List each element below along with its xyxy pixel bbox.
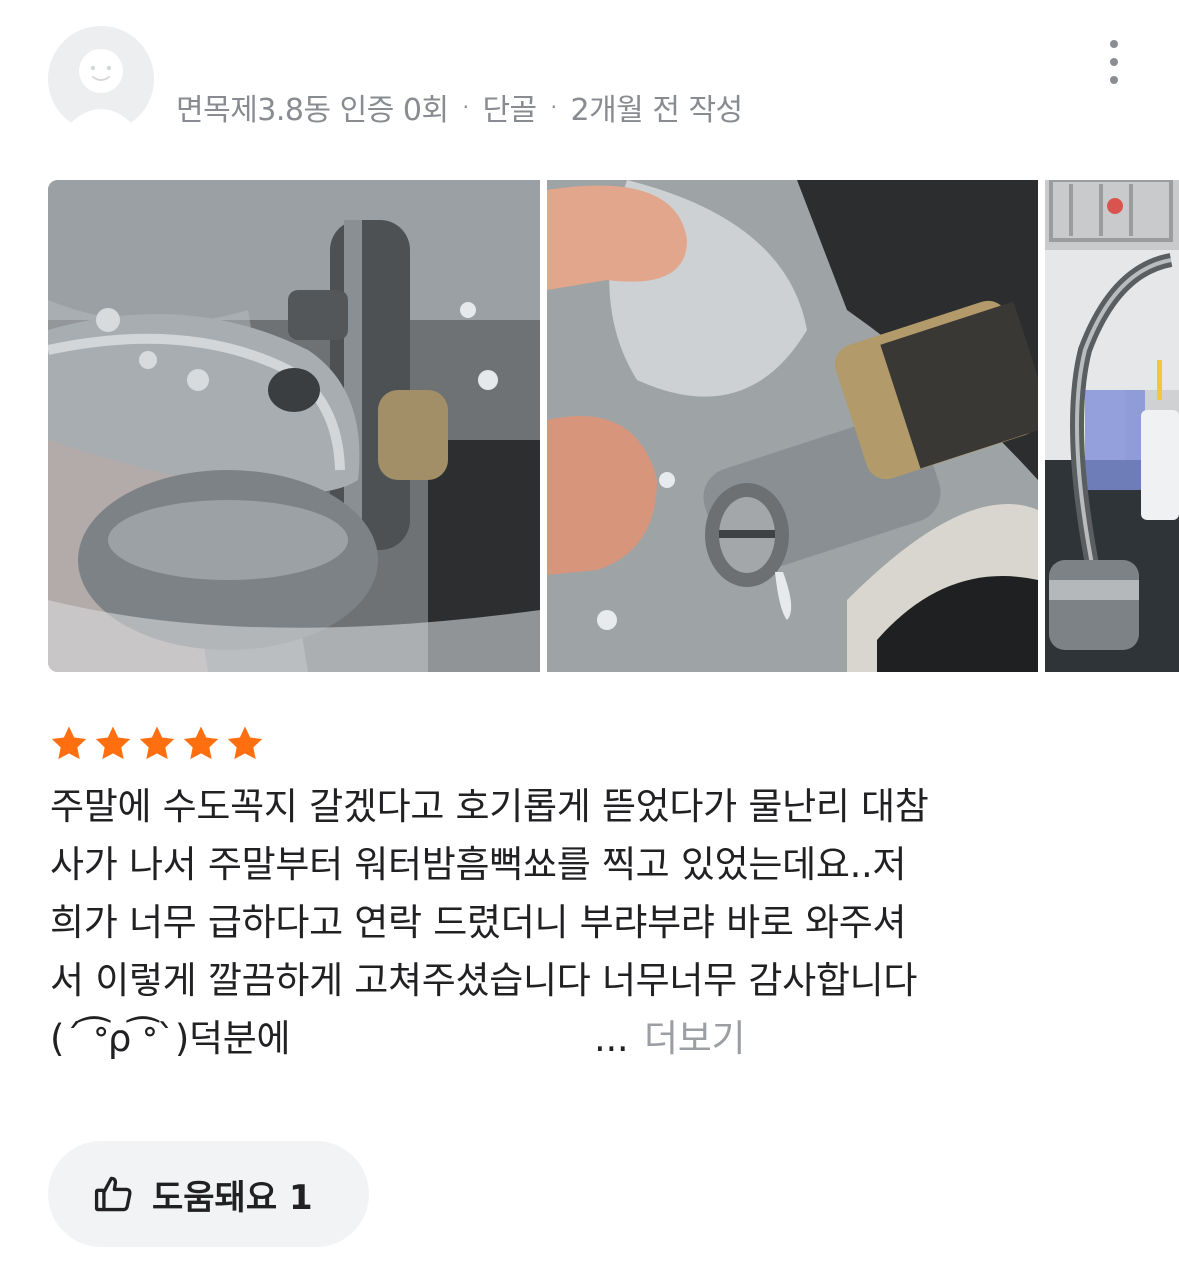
review-photo-2[interactable] xyxy=(547,180,1038,672)
helpful-button[interactable]: 도움돼요 1 xyxy=(48,1141,369,1247)
helpful-label: 도움돼요 1 xyxy=(152,1177,313,1218)
review-line: 사가 나서 주말부터 워터밤흠뻑쑈를 찍고 있었는데요..저 xyxy=(50,843,907,886)
review-line: (´ ͡ᐤρ ͡ᐤ`)덕분에 xyxy=(50,1017,291,1060)
review-photo-1[interactable] xyxy=(48,180,540,672)
review-text: 주말에 수도꼭지 갈겠다고 호기롭게 뜯었다가 물난리 대참 사가 나서 주말부… xyxy=(50,778,1140,1068)
star-icon xyxy=(137,724,177,764)
author-meta: 면목제3.8동 인증 0회 · 단골 · 2개월 전 작성 xyxy=(176,84,743,130)
avatar[interactable] xyxy=(48,26,154,132)
review-photo-3[interactable] xyxy=(1045,180,1179,672)
regular-badge: 단골 xyxy=(482,93,537,128)
review-line: 주말에 수도꼭지 갈겠다고 호기롭게 뜯었다가 물난리 대참 xyxy=(50,785,929,828)
separator-dot: · xyxy=(462,95,469,119)
see-more-link[interactable]: 더보기 xyxy=(644,1010,746,1068)
review-line-last: (´ ͡ᐤρ ͡ᐤ`)덕분에 ... 더보기 xyxy=(50,1010,1140,1068)
more-options-button[interactable] xyxy=(1094,34,1134,90)
author-name[interactable] xyxy=(190,60,204,64)
thumbs-up-icon xyxy=(92,1172,136,1216)
separator-dot: · xyxy=(550,95,557,119)
ellipsis: ... xyxy=(594,1017,629,1060)
star-icon xyxy=(93,724,133,764)
post-time: 2개월 전 작성 xyxy=(570,93,744,128)
star-rating xyxy=(49,724,269,764)
star-icon xyxy=(49,724,89,764)
more-vertical-icon xyxy=(1110,40,1118,48)
review-line: 서 이렇게 깔끔하게 고쳐주셨습니다 너무너무 감사합니다 xyxy=(50,959,918,1002)
default-avatar-icon xyxy=(48,26,154,132)
location-cert: 면목제3.8동 인증 0회 xyxy=(176,93,449,128)
photo-gallery[interactable] xyxy=(48,180,1179,672)
star-icon xyxy=(181,724,221,764)
review-line: 희가 너무 급하다고 연락 드렸더니 부랴부랴 바로 와주셔 xyxy=(50,901,907,944)
star-icon xyxy=(225,724,265,764)
